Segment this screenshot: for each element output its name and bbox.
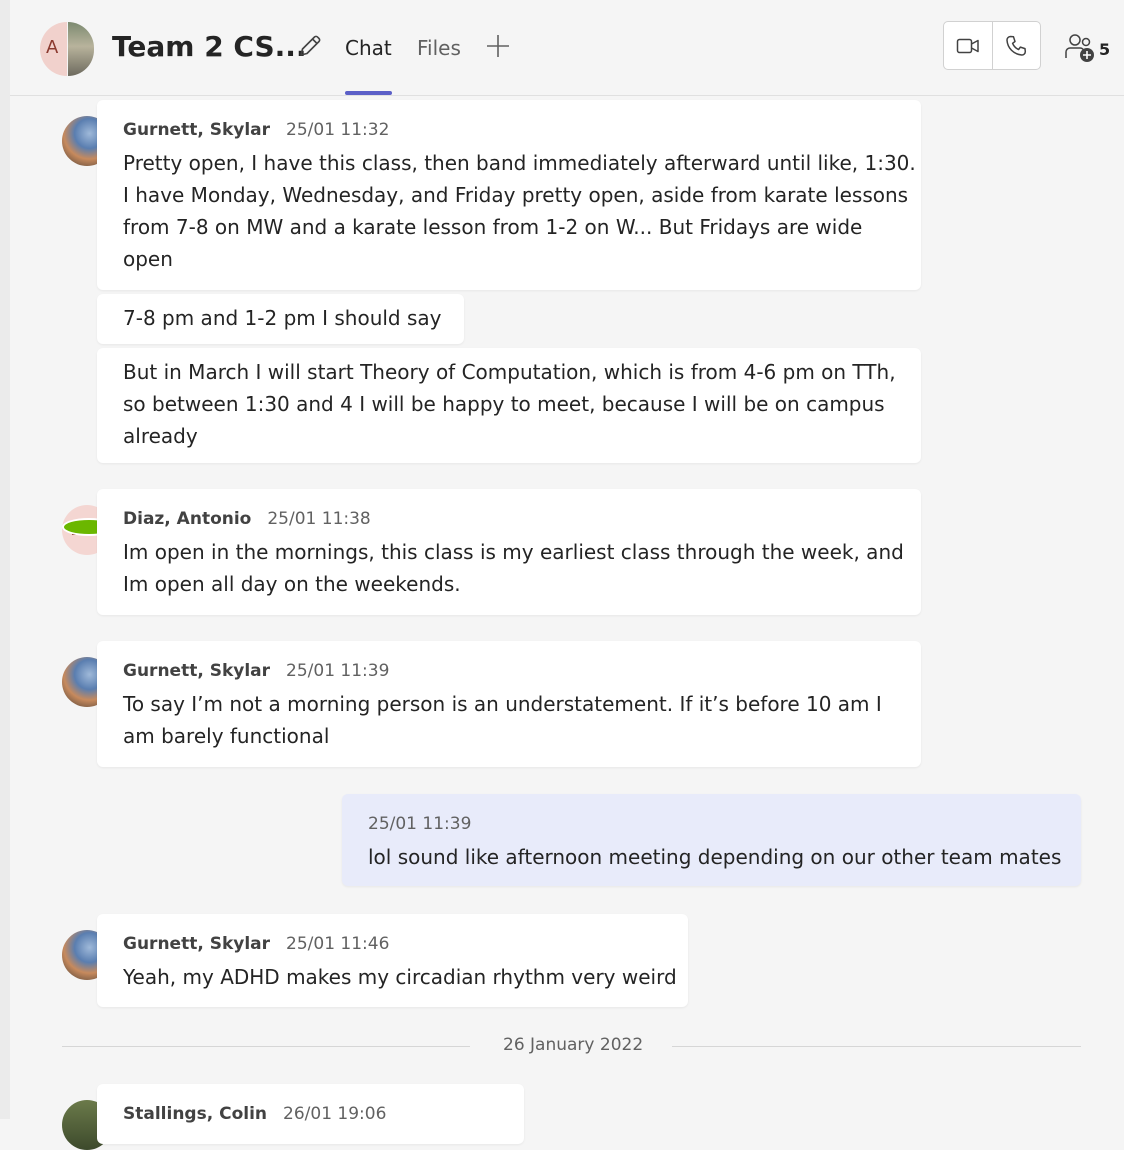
message-text: To say I’m not a morning person is an un…	[123, 692, 882, 748]
own-message-bubble[interactable]: 25/01 11:39 lol sound like afternoon mee…	[342, 794, 1081, 886]
message-meta: Gurnett, Skylar 25/01 11:46	[123, 934, 389, 954]
date-divider-line-right	[672, 1046, 1081, 1047]
message-time: 25/01 11:32	[286, 120, 390, 140]
message-bubble[interactable]: Diaz, Antonio 25/01 11:38 Im open in the …	[97, 489, 921, 615]
message-meta: Stallings, Colin 26/01 19:06	[123, 1104, 386, 1124]
message-time: 25/01 11:46	[286, 934, 390, 954]
audio-call-button[interactable]	[992, 22, 1040, 69]
active-tab-indicator	[345, 91, 392, 95]
message-bubble[interactable]: Gurnett, Skylar 25/01 11:39 To say I’m no…	[97, 641, 921, 767]
add-tab-plus-icon[interactable]	[484, 32, 512, 60]
message-text: 7-8 pm and 1-2 pm I should say	[123, 306, 442, 330]
chat-title[interactable]: Team 2 CS...	[112, 30, 307, 63]
message-meta: 25/01 11:39	[368, 814, 471, 834]
message-author[interactable]: Diaz, Antonio	[123, 509, 251, 529]
participant-count: 5	[1099, 40, 1111, 59]
message-meta: Gurnett, Skylar 25/01 11:32	[123, 120, 389, 140]
tab-files[interactable]: Files	[417, 36, 461, 60]
people-add-icon	[1065, 34, 1094, 62]
message-bubble[interactable]: Stallings, Colin 26/01 19:06	[97, 1084, 524, 1144]
message-text: Im open in the mornings, this class is m…	[123, 540, 904, 596]
group-avatar-initial: A	[46, 37, 59, 58]
message-author[interactable]: Gurnett, Skylar	[123, 934, 270, 954]
participants-button[interactable]: 5	[1064, 30, 1124, 64]
date-divider: 26 January 2022	[503, 1035, 644, 1055]
message-text: Yeah, my ADHD makes my circadian rhythm …	[123, 965, 677, 989]
message-bubble[interactable]: 7-8 pm and 1-2 pm I should say	[97, 294, 464, 344]
message-meta: Gurnett, Skylar 25/01 11:39	[123, 661, 389, 681]
group-avatar[interactable]: A	[40, 22, 94, 76]
message-text: But in March I will start Theory of Comp…	[123, 360, 896, 448]
message-text: lol sound like afternoon meeting dependi…	[368, 845, 1062, 869]
video-camera-icon	[956, 38, 979, 54]
message-meta: Diaz, Antonio 25/01 11:38	[123, 509, 371, 529]
call-button-group	[943, 21, 1041, 70]
message-time: 25/01 11:39	[286, 661, 390, 681]
tab-chat[interactable]: Chat	[345, 36, 392, 60]
group-avatar-photo-half	[68, 22, 94, 76]
message-author[interactable]: Stallings, Colin	[123, 1104, 267, 1124]
message-time: 25/01 11:38	[267, 509, 371, 529]
phone-icon	[1006, 35, 1027, 56]
app-left-edge	[0, 0, 10, 1119]
message-bubble[interactable]: But in March I will start Theory of Comp…	[97, 348, 921, 463]
message-author[interactable]: Gurnett, Skylar	[123, 120, 270, 140]
message-time: 26/01 19:06	[283, 1104, 387, 1124]
chat-header: A Team 2 CS... Chat Files 5	[10, 0, 1124, 96]
message-text: Pretty open, I have this class, then ban…	[123, 151, 916, 271]
message-bubble[interactable]: Gurnett, Skylar 25/01 11:46 Yeah, my ADHD…	[97, 914, 688, 1007]
edit-name-pencil-icon[interactable]	[296, 32, 324, 60]
message-time: 25/01 11:39	[368, 814, 472, 834]
message-bubble[interactable]: Gurnett, Skylar 25/01 11:32 Pretty open, …	[97, 100, 921, 290]
date-divider-line-left	[62, 1046, 470, 1047]
group-avatar-initial-half: A	[40, 22, 67, 76]
message-author[interactable]: Gurnett, Skylar	[123, 661, 270, 681]
video-call-button[interactable]	[944, 22, 993, 69]
